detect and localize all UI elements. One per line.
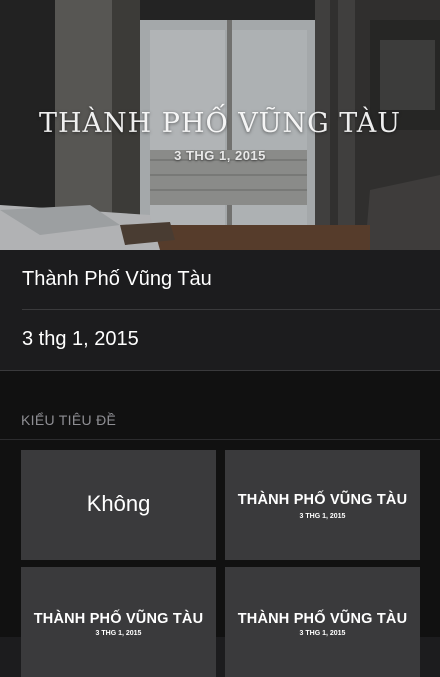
title-styles-section: KIỂU TIÊU ĐỀ Không THÀNH PHỐ VŨNG TÀU 3 … — [0, 371, 440, 677]
title-style-option-1[interactable]: THÀNH PHỐ VŨNG TÀU 3 THG 1, 2015 — [225, 450, 420, 560]
title-styles-header: KIỂU TIÊU ĐỀ — [21, 412, 117, 428]
title-style-preview-date: 3 THG 1, 2015 — [299, 630, 346, 637]
cover-title: THÀNH PHỐ VŨNG TÀU — [38, 108, 402, 139]
title-style-preview-title: THÀNH PHỐ VŨNG TÀU — [237, 611, 408, 627]
date-field[interactable]: 3 thg 1, 2015 — [0, 310, 440, 370]
title-field[interactable]: Thành Phố Vũng Tàu — [0, 250, 440, 310]
title-field-value: Thành Phố Vũng Tàu — [22, 268, 212, 290]
date-field-value: 3 thg 1, 2015 — [22, 328, 139, 350]
title-style-none[interactable]: Không — [21, 450, 216, 560]
title-style-none-label: Không — [86, 491, 151, 516]
title-style-preview-title: THÀNH PHỐ VŨNG TÀU — [33, 611, 204, 627]
title-style-preview-date: 3 THG 1, 2015 — [299, 513, 346, 520]
cover-photo[interactable]: THÀNH PHỐ VŨNG TÀU 3 THG 1, 2015 — [0, 0, 440, 250]
section-divider — [0, 439, 440, 440]
title-style-preview-title: THÀNH PHỐ VŨNG TÀU — [237, 492, 408, 508]
cover-date: 3 THG 1, 2015 — [174, 148, 266, 163]
title-style-option-2[interactable]: THÀNH PHỐ VŨNG TÀU 3 THG 1, 2015 — [21, 567, 216, 677]
title-style-preview-date: 3 THG 1, 2015 — [95, 630, 142, 637]
title-style-option-3[interactable]: THÀNH PHỐ VŨNG TÀU 3 THG 1, 2015 — [225, 567, 420, 677]
